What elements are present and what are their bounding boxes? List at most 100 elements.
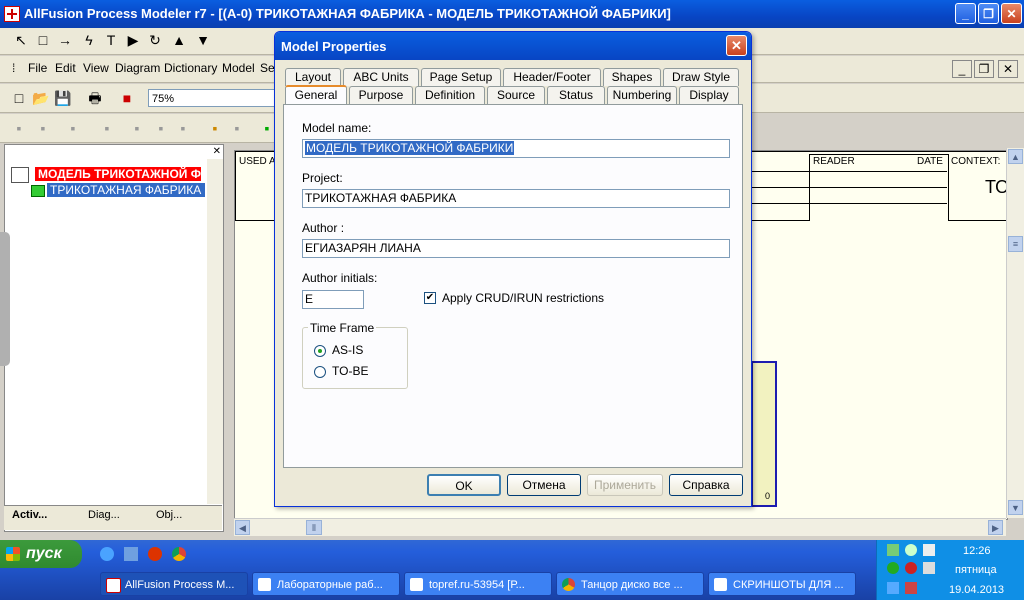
tray-icon[interactable]	[887, 544, 899, 556]
go-up-icon[interactable]: ▲	[170, 31, 188, 49]
text-tool-icon[interactable]: T	[102, 31, 120, 49]
grid-icon[interactable]: ▪	[174, 119, 192, 137]
model-tool-icon[interactable]: ▪	[228, 119, 246, 137]
minimize-button[interactable]: _	[955, 3, 976, 24]
help-button[interactable]: Справка	[669, 474, 743, 496]
tab-general[interactable]: General	[285, 85, 347, 105]
scroll-thumb[interactable]: ≡	[1008, 236, 1023, 252]
undo-icon[interactable]: ↻	[146, 31, 164, 49]
tab-shapes[interactable]: Shapes	[603, 68, 661, 86]
save-icon[interactable]: 💾	[54, 89, 72, 107]
volume-icon[interactable]	[923, 562, 935, 574]
tab-display[interactable]: Display	[679, 86, 739, 104]
ok-button[interactable]: OK	[427, 474, 501, 496]
network-icon[interactable]	[887, 582, 899, 594]
tab-numbering[interactable]: Numbering	[607, 86, 677, 104]
task-screenshots[interactable]: СКРИНШОТЫ ДЛЯ ...	[708, 572, 856, 596]
menu-file[interactable]: File	[28, 61, 47, 75]
clock-time[interactable]: 12:26	[963, 545, 991, 557]
project-input[interactable]: ТРИКОТАЖНАЯ ФАБРИКА	[302, 189, 730, 208]
task-word-labs[interactable]: Лабораторные раб...	[252, 572, 400, 596]
restore-button[interactable]: ❐	[978, 3, 999, 24]
ie-icon[interactable]	[100, 547, 114, 561]
menu-edit[interactable]: Edit	[55, 61, 76, 75]
cancel-button[interactable]: Отмена	[507, 474, 581, 496]
chrome-icon[interactable]	[172, 547, 186, 561]
mdi-restore-button[interactable]: ❐	[974, 60, 994, 78]
tab-status[interactable]: Status	[547, 86, 605, 104]
tray-icon[interactable]	[905, 582, 917, 594]
canvas-horizontal-scrollbar[interactable]: ◀ ⦀ ▶	[234, 518, 1006, 536]
color-icon[interactable]: ■	[118, 89, 136, 107]
squiggle-tool-icon[interactable]: ϟ	[80, 31, 98, 49]
author-initials-input[interactable]: Е	[302, 290, 364, 309]
chrome-icon	[562, 578, 575, 591]
apply-button[interactable]: Применить	[587, 474, 663, 496]
task-allfusion[interactable]: AllFusion Process M...	[100, 572, 248, 596]
show-desktop-icon[interactable]	[124, 547, 138, 561]
scroll-right-arrow-icon[interactable]: ▶	[988, 520, 1003, 535]
menu-view[interactable]: View	[83, 61, 109, 75]
menu-se[interactable]: Se	[260, 61, 275, 75]
arrow-tool-icon[interactable]: →	[56, 31, 74, 49]
menu-dictionary[interactable]: Dictionary	[164, 61, 217, 75]
tab-layout[interactable]: Layout	[285, 68, 341, 86]
mdi-close-button[interactable]: ✕	[998, 60, 1018, 78]
tab-objects[interactable]: Obj...	[156, 509, 182, 521]
scroll-left-arrow-icon[interactable]: ◀	[235, 520, 250, 535]
tray-icon[interactable]	[923, 544, 935, 556]
canvas-vertical-scrollbar[interactable]: ▲ ≡ ▼	[1006, 148, 1024, 518]
pointer-tool-icon[interactable]: ↖	[12, 31, 30, 49]
box-tool-icon[interactable]: □	[34, 31, 52, 49]
tree-scrollbar[interactable]	[207, 159, 223, 504]
menu-model[interactable]: Model	[222, 61, 255, 75]
model-tool-icon[interactable]: ▪	[152, 119, 170, 137]
activity-box[interactable]	[751, 361, 777, 507]
tree-child-item[interactable]: ТРИКОТАЖНАЯ ФАБРИКА	[47, 183, 205, 197]
as-is-radio[interactable]	[314, 345, 326, 357]
close-button[interactable]: ✕	[1001, 3, 1022, 24]
task-label: AllFusion Process M...	[125, 579, 235, 591]
model-name-input[interactable]: МОДЕЛЬ ТРИКОТАЖНОЙ ФАБРИКИ	[302, 139, 730, 158]
new-icon[interactable]: □	[10, 89, 28, 107]
menu-diagram[interactable]: Diagram	[115, 61, 160, 75]
tab-header-footer[interactable]: Header/Footer	[503, 68, 601, 86]
opera-icon[interactable]	[148, 547, 162, 561]
model-tool-icon[interactable]: ▪	[128, 119, 146, 137]
tab-definition[interactable]: Definition	[415, 86, 485, 104]
tree-root-item[interactable]: МОДЕЛЬ ТРИКОТАЖНОЙ ФАБРИКИ	[35, 167, 201, 181]
panel-close-icon[interactable]: ✕	[213, 146, 221, 157]
side-drawer-handle[interactable]	[0, 232, 10, 366]
tray-icon[interactable]	[905, 544, 917, 556]
model-tool-icon[interactable]: ▪	[34, 119, 52, 137]
model-tool-icon[interactable]: ▪	[98, 119, 116, 137]
crud-checkbox[interactable]: ✔	[424, 292, 436, 304]
model-tool-icon[interactable]: ▪	[10, 119, 28, 137]
tab-source[interactable]: Source	[487, 86, 545, 104]
zoom-input[interactable]: 75%	[148, 89, 278, 107]
scroll-down-arrow-icon[interactable]: ▼	[1008, 500, 1023, 515]
tab-diagrams[interactable]: Diag...	[88, 509, 120, 521]
print-icon[interactable]: 🖶	[86, 89, 104, 107]
start-button[interactable]: пуск	[0, 540, 82, 568]
open-icon[interactable]: 📂	[32, 89, 50, 107]
tray-icon[interactable]	[905, 562, 917, 574]
tab-draw-style[interactable]: Draw Style	[663, 68, 739, 86]
go-down-icon[interactable]: ▼	[194, 31, 212, 49]
task-topref[interactable]: topref.ru-53954 [Р...	[404, 572, 552, 596]
tab-page-setup[interactable]: Page Setup	[421, 68, 501, 86]
lock-icon[interactable]: ▪	[64, 119, 82, 137]
hscroll-thumb[interactable]: ⦀	[306, 520, 322, 535]
dialog-close-button[interactable]: ✕	[726, 35, 747, 56]
tab-activities[interactable]: Activ...	[12, 509, 47, 521]
scroll-up-arrow-icon[interactable]: ▲	[1008, 149, 1023, 164]
mdi-minimize-button[interactable]: _	[952, 60, 972, 78]
author-input[interactable]: ЕГИАЗАРЯН ЛИАНА	[302, 239, 730, 258]
tab-abc-units[interactable]: ABC Units	[343, 68, 419, 86]
play-icon[interactable]: ▶	[124, 31, 142, 49]
tray-icon[interactable]	[887, 562, 899, 574]
to-be-radio[interactable]	[314, 366, 326, 378]
model-tool-icon[interactable]: ▪	[206, 119, 224, 137]
tab-purpose[interactable]: Purpose	[349, 86, 413, 104]
task-chrome[interactable]: Танцор диско все ...	[556, 572, 704, 596]
